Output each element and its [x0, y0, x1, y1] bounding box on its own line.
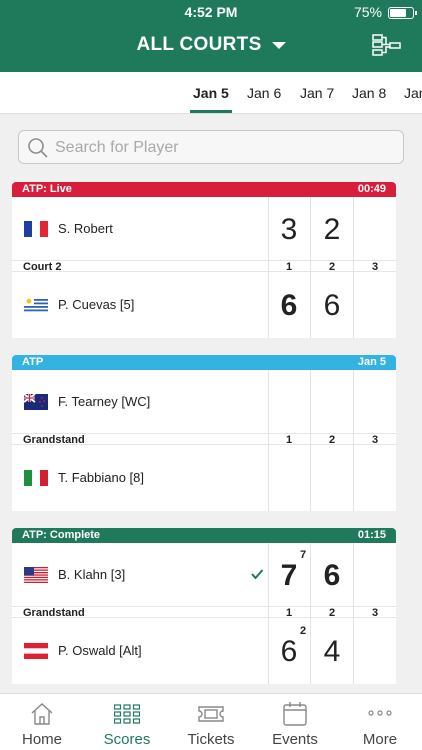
page-title: ALL COURTS — [136, 34, 262, 55]
player-row: S. Robert 3 2 — [12, 197, 396, 260]
player-name: T. Fabbiano [8] — [58, 470, 144, 485]
tab-label: Tickets — [187, 731, 235, 748]
status-bar: 4:52 PM 75% — [0, 4, 422, 22]
tiebreak-score: 2 — [299, 625, 307, 637]
match-duration: 00:49 — [357, 183, 386, 195]
winner-check-icon — [251, 569, 264, 580]
court-row: Grandstand 1 2 3 — [12, 606, 396, 619]
selected-date-indicator — [190, 110, 232, 113]
home-icon — [31, 703, 53, 725]
ticket-icon — [198, 706, 224, 722]
set-number: 2 — [328, 434, 336, 446]
match-card[interactable]: ATP: Live 00:49 S. Robert 3 2 Court 2 1 … — [12, 182, 396, 338]
set-score: 7 — [280, 559, 298, 592]
court-row: Court 2 1 2 3 — [12, 260, 396, 273]
usa-flag-icon — [24, 567, 48, 583]
match-status-header: ATP: Complete 01:15 — [12, 528, 396, 543]
player-row: P. Cuevas [5] 6 6 — [12, 273, 396, 336]
set-score: 6 — [323, 559, 341, 592]
date-tab-jan-9[interactable]: Jan — [404, 85, 422, 101]
set-number: 1 — [285, 434, 293, 446]
tab-tickets[interactable]: Tickets — [169, 694, 253, 750]
draw-bracket-button[interactable] — [372, 34, 402, 58]
more-dots-icon — [368, 710, 392, 716]
date-tab-jan-6[interactable]: Jan 6 — [247, 85, 281, 101]
tab-label: Events — [272, 731, 318, 748]
court-name: Grandstand — [23, 434, 85, 446]
player-name: S. Robert — [58, 221, 113, 236]
player-name: F. Tearney [WC] — [58, 394, 151, 409]
battery-icon — [388, 7, 417, 19]
match-card[interactable]: ATP Jan 5 F. Tearney [WC] Grandstand 1 2… — [12, 355, 396, 511]
tab-home[interactable]: Home — [0, 694, 84, 750]
app-header: 4:52 PM 75% ALL COURTS — [0, 0, 422, 72]
tab-scores[interactable]: Scores — [85, 694, 169, 750]
court-name: Court 2 — [23, 261, 62, 273]
match-tour-status: ATP: Live — [22, 183, 72, 195]
player-name: P. Oswald [Alt] — [58, 643, 142, 658]
player-name: B. Klahn [3] — [58, 567, 126, 582]
set-score: 6 — [323, 289, 341, 322]
search-input[interactable] — [55, 135, 395, 161]
match-card[interactable]: ATP: Complete 01:15 B. Klahn [3] 7 7 6 G… — [12, 528, 396, 684]
scores-grid-icon — [114, 704, 140, 724]
set-number: 3 — [371, 261, 379, 273]
tab-more[interactable]: More — [338, 694, 422, 750]
set-number: 2 — [328, 261, 336, 273]
tab-label: Scores — [103, 731, 151, 748]
calendar-icon — [283, 702, 307, 726]
player-row: T. Fabbiano [8] — [12, 446, 396, 509]
set-number: 3 — [371, 607, 379, 619]
tab-label: Home — [21, 731, 62, 748]
player-row: B. Klahn [3] 7 7 6 — [12, 543, 396, 606]
set-number: 1 — [285, 607, 293, 619]
bracket-icon — [372, 34, 401, 56]
player-row: F. Tearney [WC] — [12, 370, 396, 433]
chevron-down-icon — [271, 41, 286, 49]
set-number: 3 — [371, 434, 379, 446]
set-score: 3 — [280, 213, 298, 246]
court-selector[interactable]: ALL COURTS — [136, 34, 286, 56]
battery-percent: 75% — [353, 4, 382, 20]
set-number: 1 — [285, 261, 293, 273]
austria-flag-icon — [24, 643, 48, 659]
set-score: 4 — [323, 635, 341, 668]
tiebreak-score: 7 — [299, 549, 307, 561]
date-tab-jan-7[interactable]: Jan 7 — [300, 85, 334, 101]
set-score: 2 — [323, 213, 341, 246]
court-row: Grandstand 1 2 3 — [12, 433, 396, 446]
court-name: Grandstand — [23, 607, 85, 619]
search-icon — [28, 138, 48, 158]
match-date: Jan 5 — [357, 356, 386, 368]
match-tour-status: ATP: Complete — [22, 529, 101, 541]
tab-label: More — [362, 731, 398, 748]
uruguay-flag-icon — [24, 297, 48, 313]
date-tab-jan-5[interactable]: Jan 5 — [193, 85, 229, 101]
player-name: P. Cuevas [5] — [58, 297, 135, 312]
set-score: 6 — [280, 635, 298, 668]
match-status-header: ATP Jan 5 — [12, 355, 396, 370]
set-number: 2 — [328, 607, 336, 619]
player-row: P. Oswald [Alt] 2 6 4 — [12, 619, 396, 682]
match-status-header: ATP: Live 00:49 — [12, 182, 396, 197]
tab-events[interactable]: Events — [253, 694, 337, 750]
date-tabs: Jan 5 Jan 6 Jan 7 Jan 8 Jan — [0, 72, 422, 114]
date-tab-jan-8[interactable]: Jan 8 — [352, 85, 386, 101]
match-duration: 01:15 — [357, 529, 386, 541]
france-flag-icon — [24, 221, 48, 237]
search-box — [18, 130, 404, 164]
italy-flag-icon — [24, 470, 48, 486]
set-score: 6 — [280, 289, 298, 322]
bottom-tab-bar: Home Scores Tickets Events More — [0, 693, 422, 750]
match-tour-status: ATP — [22, 356, 44, 368]
new-zealand-flag-icon — [24, 394, 48, 410]
